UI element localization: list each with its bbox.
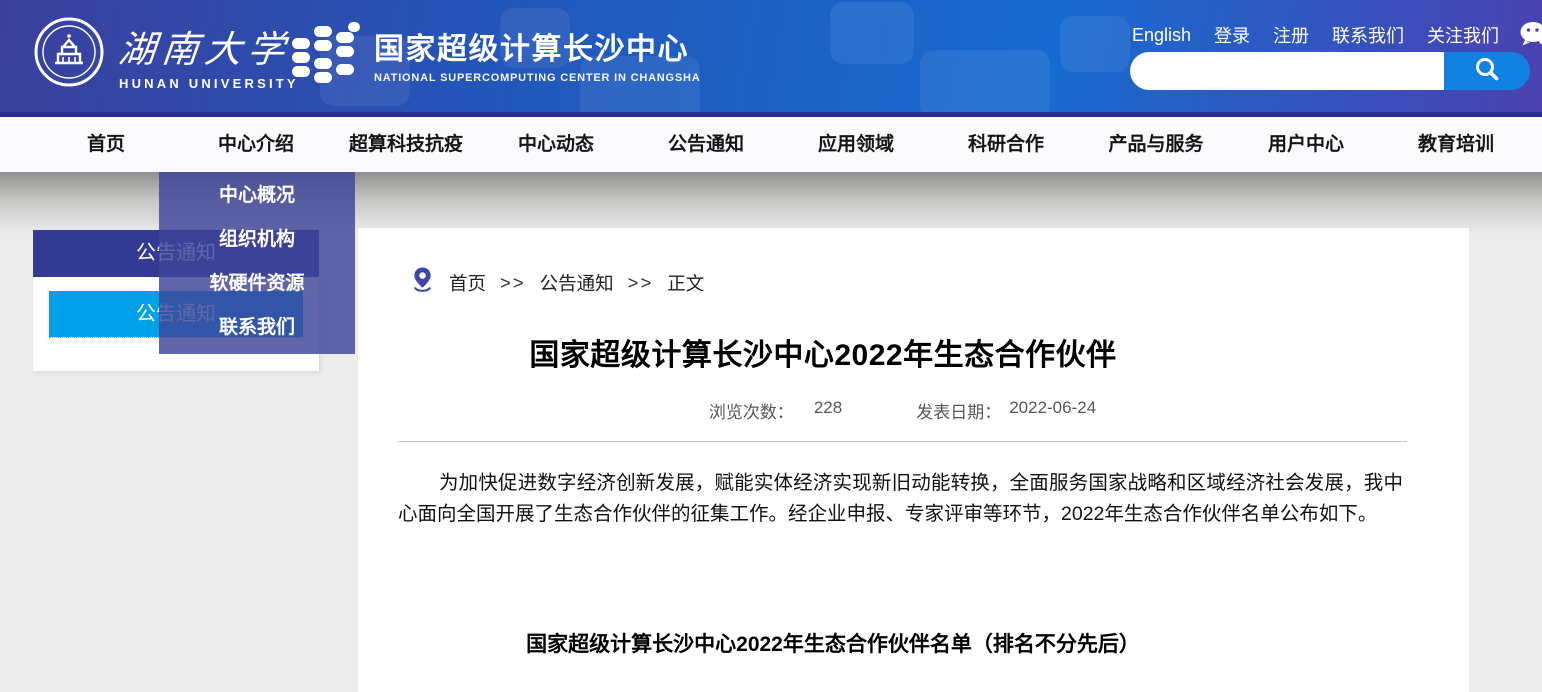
link-follow-us[interactable]: 关注我们 [1427, 22, 1499, 48]
article-paragraph: 为加快促进数字经济创新发展，赋能实体经济实现新旧动能转换，全面服务国家战略和区域… [398, 468, 1403, 530]
dropdown-item-software-hardware[interactable]: 软硬件资源 [159, 262, 355, 306]
header-decor-square [1060, 16, 1130, 72]
dropdown-item-contact-us[interactable]: 联系我们 [159, 306, 355, 350]
hunan-university-logo[interactable]: 湖南大学 HUNAN UNIVERSITY [33, 16, 299, 93]
breadcrumb: 首页 >> 公告通知 >> 正文 [398, 268, 1407, 298]
magnifier-icon [1472, 55, 1502, 88]
publish-date-label: 发表日期： [916, 398, 1001, 423]
content-panel: 首页 >> 公告通知 >> 正文 国家超级计算长沙中心2022年生态合作伙伴 浏… [358, 228, 1469, 692]
meta-divider [398, 441, 1407, 442]
nav-item-user-center[interactable]: 用户中心 [1231, 117, 1381, 172]
breadcrumb-home[interactable]: 首页 [449, 270, 486, 296]
nav-item-education-training[interactable]: 教育培训 [1381, 117, 1531, 172]
nscc-logo[interactable]: 国家超级计算长沙中心 NATIONAL SUPERCOMPUTING CENTE… [290, 18, 701, 89]
header-decor-square [920, 50, 1050, 117]
site-header: 湖南大学 HUNAN UNIVERSITY [0, 0, 1542, 117]
nscc-name: 国家超级计算长沙中心 [374, 24, 701, 68]
partner-list-heading: 国家超级计算长沙中心2022年生态合作伙伴名单（排名不分先后） [398, 628, 1268, 658]
nav-item-hpc-anti-epidemic[interactable]: 超算科技抗疫 [331, 117, 481, 172]
wechat-icon[interactable] [1518, 20, 1542, 50]
breadcrumb-separator: >> [628, 272, 654, 294]
article-title: 国家超级计算长沙中心2022年生态合作伙伴 [398, 330, 1248, 374]
breadcrumb-separator: >> [500, 272, 526, 294]
breadcrumb-current: 正文 [667, 270, 704, 296]
utility-links: English 登录 注册 联系我们 关注我们 [1132, 20, 1542, 50]
header-decor-square [830, 2, 914, 64]
search-input[interactable] [1130, 52, 1444, 90]
nav-item-center-news[interactable]: 中心动态 [481, 117, 631, 172]
nscc-name-en: NATIONAL SUPERCOMPUTING CENTER IN CHANGS… [374, 72, 701, 84]
nav-item-application-fields[interactable]: 应用领域 [781, 117, 931, 172]
location-pin-icon [410, 266, 435, 301]
views-label: 浏览次数： [709, 398, 794, 423]
search-bar [1130, 52, 1530, 90]
main-nav: 首页 中心介绍 超算科技抗疫 中心动态 公告通知 应用领域 科研合作 产品与服务… [0, 117, 1542, 172]
link-login[interactable]: 登录 [1214, 22, 1250, 48]
search-button[interactable] [1444, 52, 1530, 90]
nav-item-products-services[interactable]: 产品与服务 [1081, 117, 1231, 172]
center-intro-dropdown: 中心概况 组织机构 软硬件资源 联系我们 [159, 172, 355, 354]
university-seal-icon [33, 16, 105, 93]
publish-date: 2022-06-24 [1009, 398, 1096, 423]
nscc-dot-grid-icon [290, 18, 362, 89]
nav-item-research-cooperation[interactable]: 科研合作 [931, 117, 1081, 172]
nav-item-home[interactable]: 首页 [31, 117, 181, 172]
hunan-university-name: 湖南大学 [116, 19, 301, 73]
nav-item-center-intro[interactable]: 中心介绍 [181, 117, 331, 172]
nav-item-announcements[interactable]: 公告通知 [631, 117, 781, 172]
link-register[interactable]: 注册 [1273, 22, 1309, 48]
article-meta: 浏览次数： 228 发表日期： 2022-06-24 [398, 398, 1407, 423]
views-count: 228 [814, 398, 842, 423]
hunan-university-name-en: HUNAN UNIVERSITY [119, 76, 299, 91]
breadcrumb-announcements[interactable]: 公告通知 [540, 270, 614, 296]
dropdown-item-organization[interactable]: 组织机构 [159, 218, 355, 262]
link-english[interactable]: English [1132, 25, 1191, 46]
dropdown-item-center-overview[interactable]: 中心概况 [159, 174, 355, 218]
link-contact-us[interactable]: 联系我们 [1332, 22, 1404, 48]
